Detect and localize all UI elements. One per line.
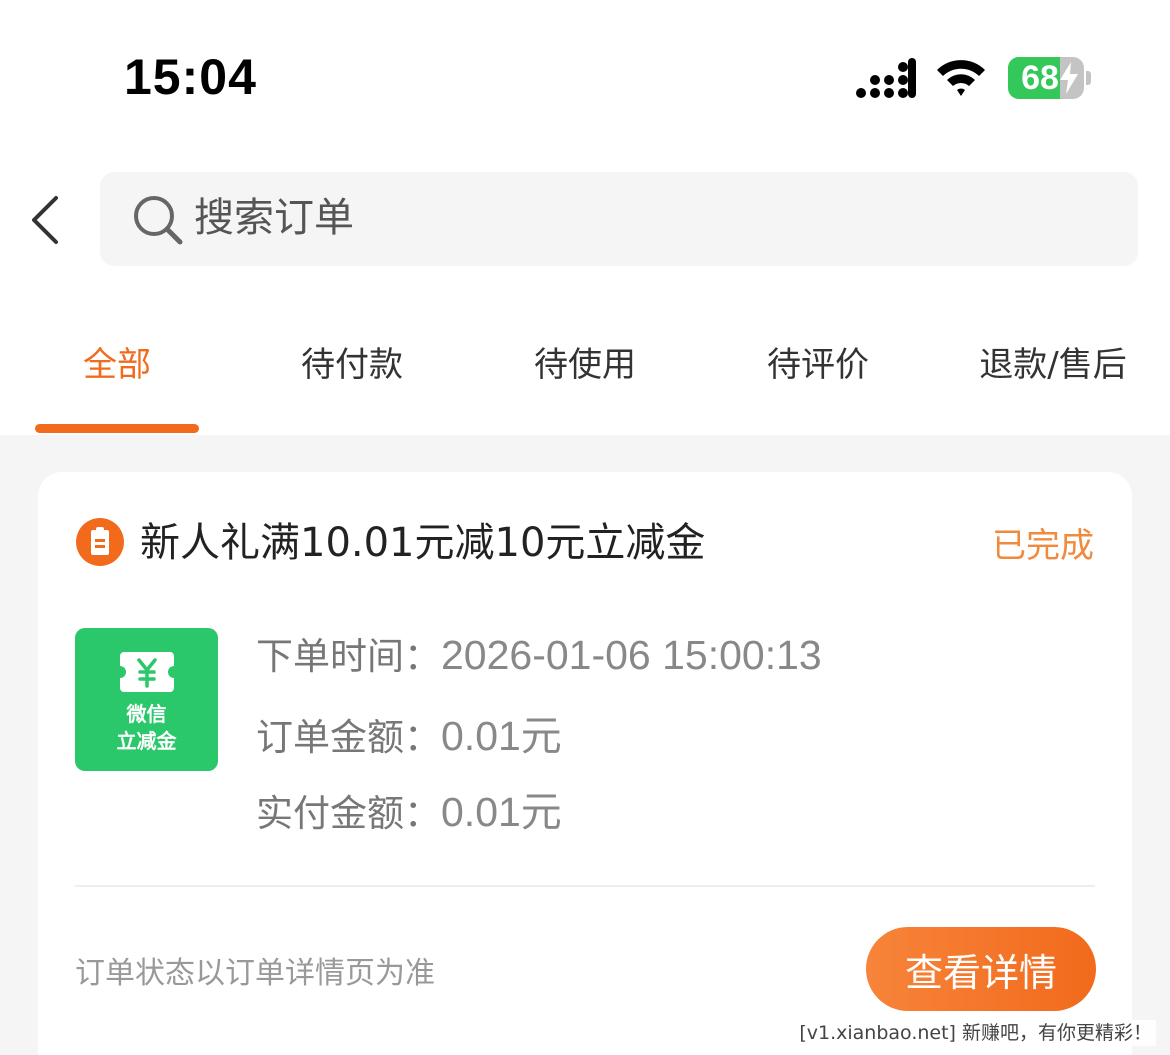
order-amount-row: 订单金额：0.01元 (256, 702, 562, 762)
voucher-ticket-icon (120, 652, 174, 692)
paid-amount-label: 实付金额： (256, 792, 441, 835)
tab-all[interactable]: 全部 (35, 330, 199, 400)
voucher-thumbnail: 微信 立减金 (75, 628, 218, 771)
order-tabs: 全部 待付款 待使用 待评价 退款/售后 (0, 330, 1170, 410)
order-time-row: 下单时间：2026-01-06 15:00:13 (256, 626, 822, 680)
paid-amount-row: 实付金额：0.01元 (256, 778, 562, 838)
search-icon (134, 196, 183, 245)
paid-amount-value: 0.01元 (441, 789, 562, 835)
voucher-label-line1: 微信 (126, 702, 167, 726)
card-divider (75, 885, 1095, 887)
order-status-note: 订单状态以订单详情页为准 (75, 956, 435, 991)
active-tab-indicator (35, 424, 199, 433)
tab-pending-use[interactable]: 待使用 (505, 330, 665, 400)
order-amount-label: 订单金额： (256, 716, 441, 759)
cellular-signal-icon (856, 58, 916, 98)
voucher-label-line2: 立减金 (116, 729, 177, 753)
tab-pending-review[interactable]: 待评价 (738, 330, 898, 400)
search-input[interactable] (194, 188, 1094, 248)
watermark-text: [v1.xianbao.net] 新赚吧，有你更精彩！ (795, 1020, 1156, 1046)
status-time: 15:04 (124, 49, 257, 105)
order-card[interactable]: 新人礼满10.01元减10元立减金 已完成 微信 立减金 下单时间：2026-0… (38, 472, 1132, 1055)
status-bar: 15:04 68 (0, 0, 1170, 150)
order-amount-value: 0.01元 (441, 713, 562, 759)
battery-icon: 68 (1008, 57, 1092, 99)
order-clipboard-icon (76, 518, 124, 566)
wifi-icon (937, 60, 985, 96)
search-bar[interactable] (100, 172, 1138, 266)
view-details-button[interactable]: 查看详情 (866, 927, 1096, 1011)
order-status-badge: 已完成 (992, 526, 1094, 566)
tab-refund-aftersale[interactable]: 退款/售后 (960, 330, 1146, 400)
order-time-label: 下单时间： (256, 635, 441, 678)
charging-bolt-icon (1060, 62, 1078, 94)
order-time-value: 2026-01-06 15:00:13 (441, 632, 822, 678)
order-title: 新人礼满10.01元减10元立减金 (140, 520, 706, 566)
back-arrow-icon[interactable] (24, 190, 70, 250)
tab-pending-payment[interactable]: 待付款 (272, 330, 432, 400)
header-area: 15:04 68 搜索订单 全部 待付款 待使用 待评价 退款/售后 (0, 0, 1170, 435)
